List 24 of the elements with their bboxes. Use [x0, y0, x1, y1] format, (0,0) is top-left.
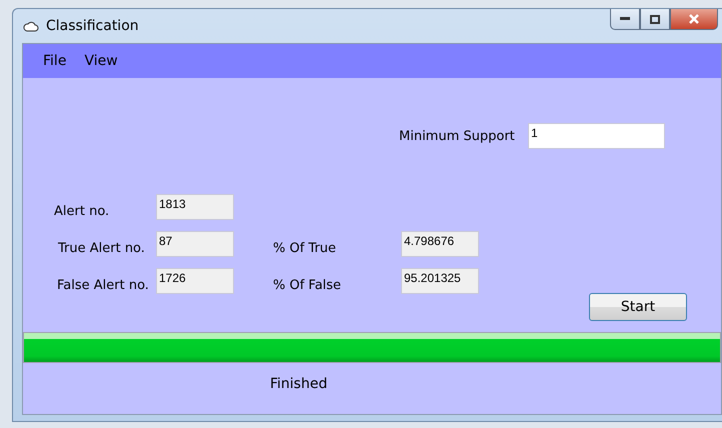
field-label: False Alert no.	[57, 278, 150, 292]
input-field[interactable]: 4.798676	[401, 231, 479, 257]
field-label: Minimum Support	[399, 128, 516, 144]
input-field[interactable]: 95.201325	[401, 268, 479, 294]
maximize-button[interactable]	[640, 9, 670, 30]
field-label: Alert no.	[54, 204, 110, 218]
field-label: True Alert no.	[58, 240, 146, 256]
menu-item[interactable]: View	[76, 51, 126, 71]
input-field[interactable]: 1813	[156, 194, 234, 220]
field-label: % Of True	[273, 240, 338, 256]
minimize-button[interactable]	[610, 9, 640, 30]
minimize-icon	[620, 17, 630, 21]
input-field[interactable]: 1726	[156, 268, 234, 294]
close-button[interactable]	[670, 9, 718, 30]
cloud-icon	[23, 20, 39, 32]
maximize-icon	[650, 14, 660, 24]
close-icon	[688, 14, 700, 24]
field-label: % Of False	[273, 278, 342, 292]
window-title: Classification	[46, 18, 139, 34]
menu-item[interactable]: File	[35, 51, 74, 71]
input-field[interactable]: 1	[528, 123, 665, 149]
status-text: Finished	[270, 376, 328, 392]
input-field[interactable]: 87	[156, 231, 234, 257]
start-button[interactable]: Start	[589, 293, 687, 321]
